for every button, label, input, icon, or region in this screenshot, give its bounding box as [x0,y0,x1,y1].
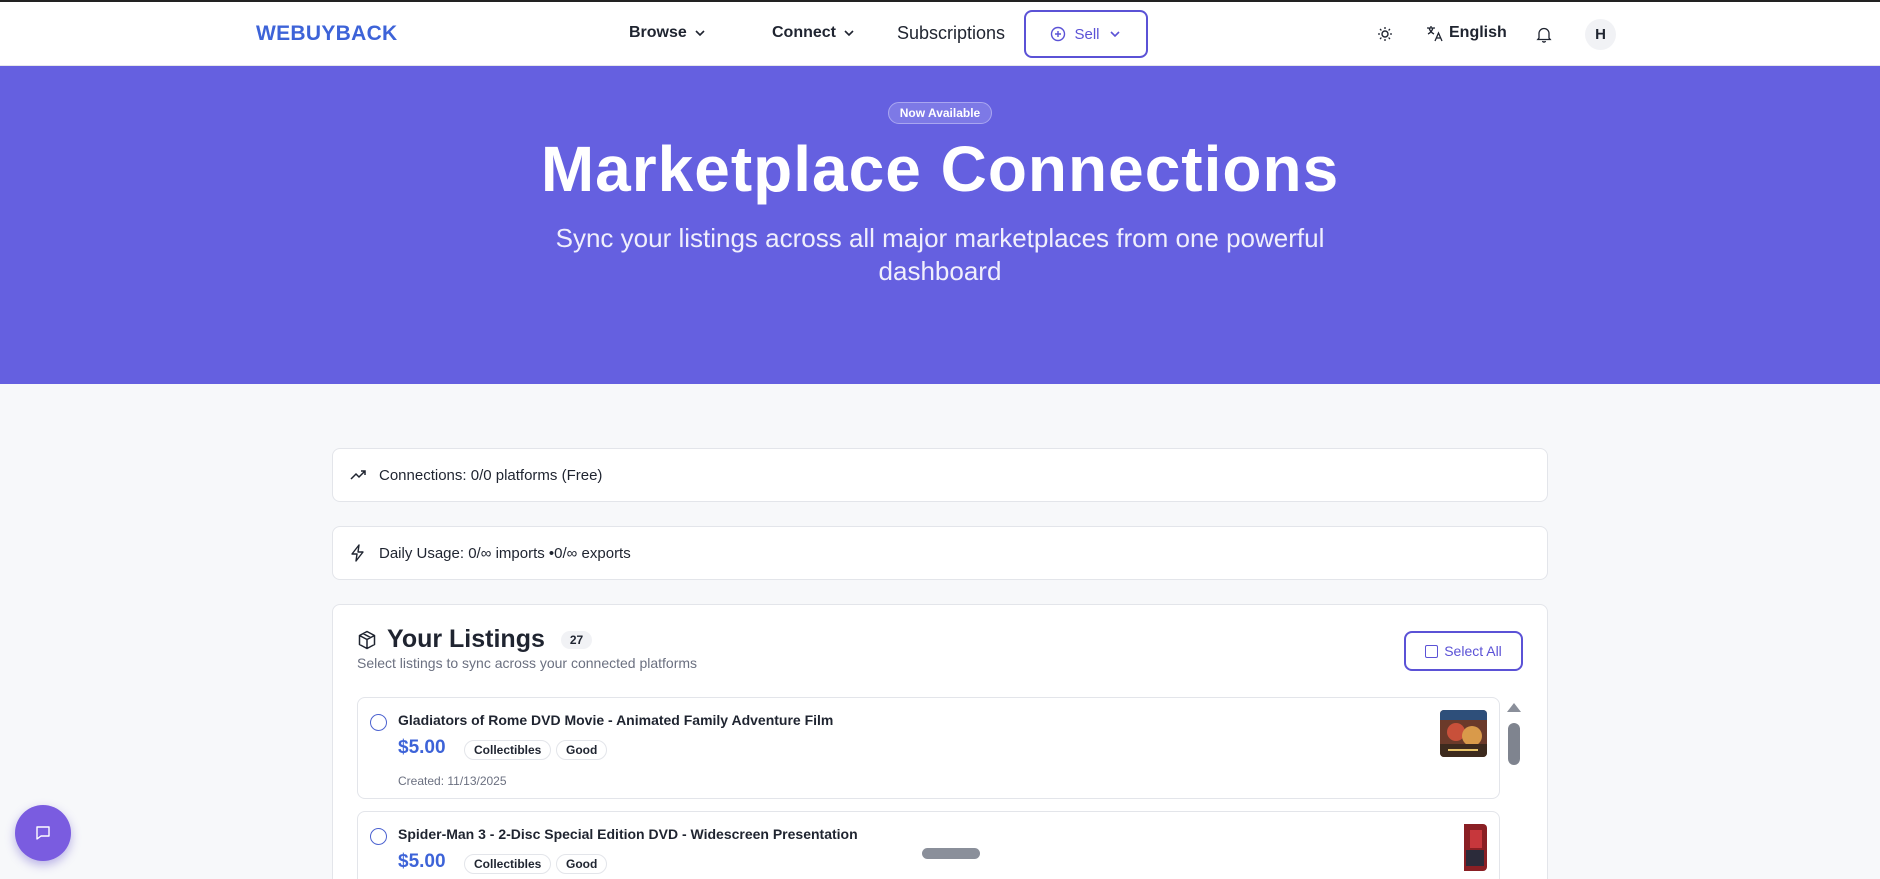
daily-usage-text: Daily Usage: 0/∞ imports •0/∞ exports [379,544,631,562]
notifications-button[interactable] [1535,25,1553,43]
translate-icon [1427,25,1443,41]
sell-button[interactable]: Sell [1024,10,1148,58]
nav-subscriptions[interactable]: Subscriptions [897,23,1005,44]
bell-icon [1536,27,1552,43]
listings-subtitle: Select listings to sync across your conn… [357,655,698,671]
chevron-down-icon [695,30,705,37]
chevron-down-icon [844,30,854,37]
top-navbar: WEBUYBACK Browse Connect Subscriptions S… [0,0,1880,66]
chat-button[interactable] [15,805,71,861]
chevron-down-icon [1109,31,1120,38]
hero-subtitle: Sync your listings across all major mark… [555,223,1325,286]
listings-scrollbar[interactable] [1508,723,1520,765]
listing-item[interactable]: Gladiators of Rome DVD Movie - Animated … [357,697,1500,799]
listing-thumbnail [1440,824,1487,871]
checkbox-icon [1425,644,1439,658]
chat-icon [36,826,50,840]
theme-toggle-button[interactable] [1376,25,1394,43]
package-icon [358,630,376,649]
listings-title: Your Listings [387,625,545,653]
plus-circle-icon [1051,26,1066,42]
listing-price: $5.00 [398,851,446,872]
nav-connect-label: Connect [772,24,836,41]
condition-tag: Good [556,740,608,760]
listing-title: Spider-Man 3 - 2-Disc Special Edition DV… [398,826,858,842]
nav-browse-label: Browse [629,24,687,41]
listings-panel: Your Listings 27 Select listings to sync… [332,604,1548,879]
listings-header: Your Listings 27 [357,625,593,654]
language-selector[interactable]: English [1426,24,1507,42]
sun-icon [1378,27,1392,41]
scroll-up-arrow[interactable] [1507,703,1521,712]
listing-thumbnail [1440,710,1487,757]
category-tag: Collectibles [464,854,552,874]
connections-text: Connections: 0/0 platforms (Free) [379,466,603,484]
listing-select-radio[interactable] [370,714,387,731]
category-tag: Collectibles [464,740,552,760]
trending-up-icon [350,470,366,480]
connections-card: Connections: 0/0 platforms (Free) [332,448,1548,502]
page-title: Marketplace Connections [540,133,1340,205]
nav-browse[interactable]: Browse [629,24,707,42]
listing-select-radio[interactable] [370,828,387,845]
condition-tag: Good [556,854,608,874]
listing-item[interactable]: Spider-Man 3 - 2-Disc Special Edition DV… [357,811,1500,879]
sell-button-label: Sell [1074,25,1100,43]
listing-created-date: Created: 11/13/2025 [398,774,507,788]
now-available-badge: Now Available [888,102,992,124]
daily-usage-card: Daily Usage: 0/∞ imports •0/∞ exports [332,526,1548,580]
lightning-icon [351,544,364,562]
site-logo[interactable]: WEBUYBACK [256,22,398,46]
listing-price: $5.00 [398,737,446,758]
language-label: English [1449,24,1507,41]
horizontal-scrollbar[interactable] [922,848,980,859]
avatar[interactable]: H [1585,19,1616,50]
nav-connect[interactable]: Connect [772,24,856,42]
listing-title: Gladiators of Rome DVD Movie - Animated … [398,712,834,728]
select-all-button[interactable]: Select All [1404,631,1523,671]
select-all-label: Select All [1444,643,1502,659]
listings-count-badge: 27 [560,630,593,649]
